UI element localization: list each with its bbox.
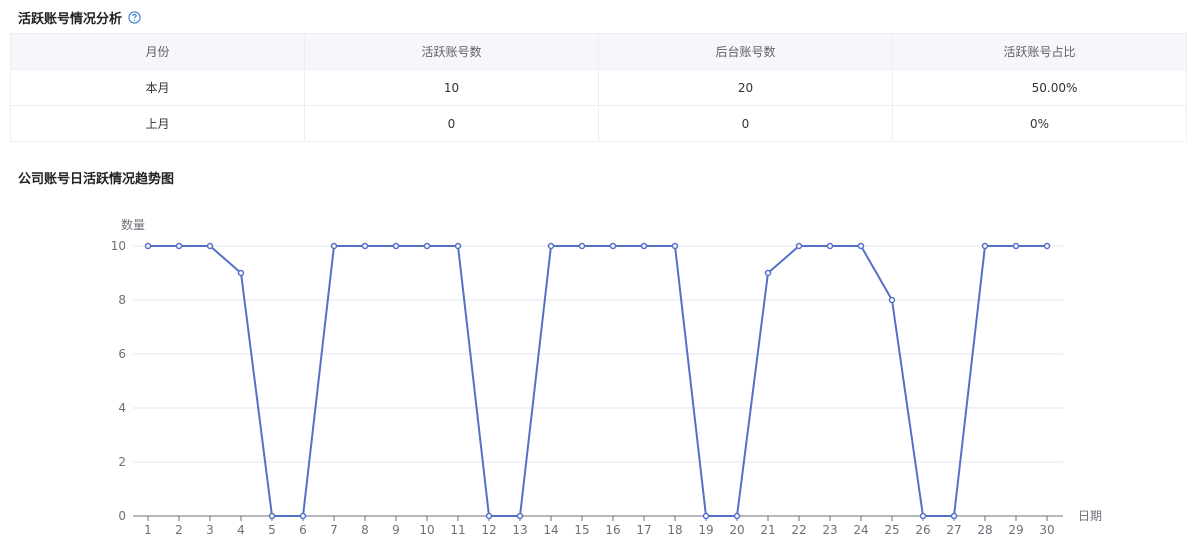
data-point[interactable] (795, 242, 803, 250)
x-tick-label: 14 (543, 523, 558, 537)
x-tick-label: 7 (330, 523, 338, 537)
data-point[interactable] (299, 512, 307, 520)
series-line[interactable] (148, 245, 1047, 517)
x-tick-label: 1 (144, 523, 152, 537)
table-row: 本月 10 20 50.00% (10, 69, 1187, 106)
question-circle-icon[interactable] (128, 11, 141, 24)
data-point[interactable] (733, 512, 741, 520)
cell-backend-count: 0 (598, 105, 893, 142)
data-point[interactable] (578, 242, 586, 250)
cell-backend-count: 20 (598, 69, 893, 106)
data-point[interactable] (919, 512, 927, 520)
data-point[interactable] (392, 242, 400, 250)
y-tick-label: 6 (118, 347, 126, 361)
data-point[interactable] (826, 242, 834, 250)
x-tick-label: 16 (605, 523, 620, 537)
trend-section-title: 公司账号日活跃情况趋势图 (18, 168, 174, 187)
data-point[interactable] (857, 242, 865, 250)
x-tick-label: 23 (822, 523, 837, 537)
data-point[interactable] (981, 242, 989, 250)
y-tick-label: 8 (118, 293, 126, 307)
data-point[interactable] (764, 269, 772, 277)
data-point[interactable] (237, 269, 245, 277)
x-tick-label: 22 (791, 523, 806, 537)
y-tick-label: 2 (118, 455, 126, 469)
daily-active-trend-chart[interactable]: 0246810 1 2 3 4 5 6 7 8 9 10 11 12 13 14 15 16 17 18 19 20 2… (0, 200, 1201, 557)
data-point[interactable] (640, 242, 648, 250)
cell-month: 本月 (10, 69, 305, 106)
column-header-active-ratio: 活跃账号占比 (892, 33, 1187, 70)
trend-title: 公司账号日活跃情况趋势图 (18, 172, 175, 187)
active-account-table: 月份 活跃账号数 后台账号数 活跃账号占比 本月 10 20 50.00% 上月… (10, 33, 1187, 142)
series-polyline[interactable] (148, 245, 1047, 517)
x-tick-label: 19 (698, 523, 713, 537)
x-tick-label: 11 (450, 523, 465, 537)
cell-active-count: 10 (304, 69, 599, 106)
x-tick-label: 10 (419, 523, 434, 537)
data-point[interactable] (361, 242, 369, 250)
cell-active-ratio: 50.00% (892, 69, 1187, 106)
x-tick-label: 27 (946, 523, 961, 537)
column-header-backend-count: 后台账号数 (598, 33, 893, 70)
x-tick-label: 20 (729, 523, 744, 537)
x-tick-label: 13 (512, 523, 527, 537)
data-point[interactable] (516, 512, 524, 520)
column-header-month: 月份 (10, 33, 305, 70)
summary-section-title: 活跃账号情况分析 (18, 8, 141, 27)
data-point[interactable] (950, 512, 958, 520)
data-point[interactable] (330, 242, 338, 250)
x-tick-label: 26 (915, 523, 930, 537)
data-point[interactable] (547, 242, 555, 250)
data-point[interactable] (609, 242, 617, 250)
x-axis-label: 日期 (1078, 509, 1102, 523)
data-point[interactable] (1012, 242, 1020, 250)
summary-title: 活跃账号情况分析 (18, 12, 123, 27)
chart-grid (133, 245, 1063, 517)
data-point[interactable] (268, 512, 276, 520)
cell-active-ratio: 0% (892, 105, 1187, 142)
cell-month: 上月 (10, 105, 305, 142)
data-point[interactable] (423, 242, 431, 250)
data-point[interactable] (175, 242, 183, 250)
x-tick-label: 15 (574, 523, 589, 537)
y-tick-label: 10 (111, 239, 126, 253)
series-points[interactable] (144, 242, 1051, 520)
data-point[interactable] (1043, 242, 1051, 250)
x-tick-label: 4 (237, 523, 245, 537)
x-tick-label: 17 (636, 523, 651, 537)
x-tick-label: 6 (299, 523, 307, 537)
table-header-row: 月份 活跃账号数 后台账号数 活跃账号占比 (10, 33, 1187, 70)
y-axis: 0 2 4 6 8 10 (111, 239, 126, 523)
x-tick-label: 29 (1008, 523, 1023, 537)
data-point[interactable] (454, 242, 462, 250)
x-tick-label: 8 (361, 523, 369, 537)
x-tick-label: 12 (481, 523, 496, 537)
x-tick-label: 18 (667, 523, 682, 537)
data-point[interactable] (206, 242, 214, 250)
data-point[interactable] (671, 242, 679, 250)
data-point[interactable] (888, 296, 896, 304)
x-tick-label: 9 (392, 523, 400, 537)
x-tick-label: 2 (175, 523, 183, 537)
x-axis: 1 2 3 4 5 6 7 8 9 10 11 12 13 14 15 16 17 18 19 20 21 22 23 24 2… (144, 516, 1055, 537)
x-tick-label: 3 (206, 523, 214, 537)
x-tick-label: 25 (884, 523, 899, 537)
cell-active-count: 0 (304, 105, 599, 142)
data-point[interactable] (485, 512, 493, 520)
data-point[interactable] (702, 512, 710, 520)
x-tick-label: 28 (977, 523, 992, 537)
x-tick-label: 24 (853, 523, 868, 537)
table-row: 上月 0 0 0% (10, 105, 1187, 142)
y-tick-label: 0 (118, 509, 126, 523)
data-point[interactable] (144, 242, 152, 250)
x-tick-label: 21 (760, 523, 775, 537)
x-tick-label: 5 (268, 523, 276, 537)
y-tick-label: 4 (118, 401, 126, 415)
x-tick-label: 30 (1039, 523, 1054, 537)
y-axis-label: 数量 (121, 217, 145, 232)
column-header-active-count: 活跃账号数 (304, 33, 599, 70)
